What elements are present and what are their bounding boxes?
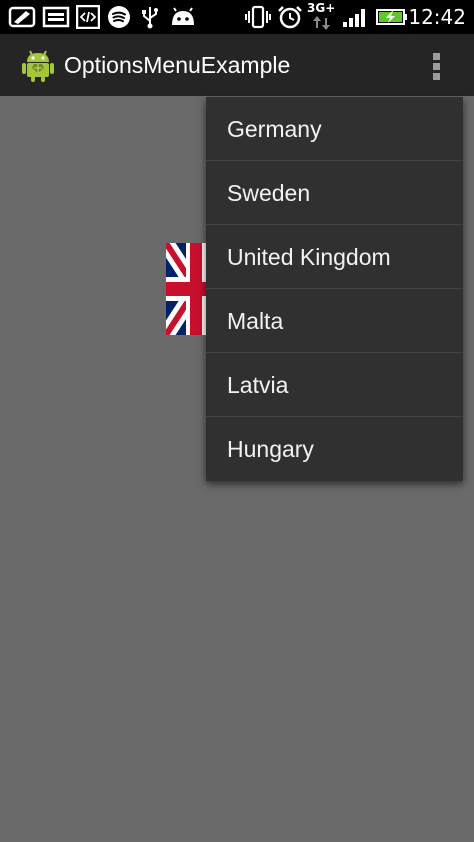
spotify-icon	[108, 6, 130, 28]
menu-item-hungary[interactable]: Hungary	[206, 417, 463, 481]
photo-edit-icon	[8, 6, 36, 28]
network-3g-icon: 3G+	[307, 1, 337, 33]
action-bar: OptionsMenuExample	[0, 34, 474, 97]
vibrate-icon	[245, 5, 271, 29]
menu-item-united-kingdom[interactable]: United Kingdom	[206, 225, 463, 289]
android-debug-icon	[172, 7, 194, 25]
keyboard-icon	[42, 6, 70, 28]
signal-icon	[343, 9, 365, 27]
code-icon	[76, 5, 100, 29]
app-title: OptionsMenuExample	[64, 52, 291, 78]
menu-item-sweden[interactable]: Sweden	[206, 161, 463, 225]
android-robot-icon[interactable]	[20, 47, 56, 83]
alarm-icon	[278, 6, 302, 29]
status-bar: 3G+ 12:42	[0, 0, 474, 34]
options-menu: Germany Sweden United Kingdom Malta Latv…	[206, 97, 463, 481]
menu-item-malta[interactable]: Malta	[206, 289, 463, 353]
network-type-label: 3G+	[307, 1, 336, 15]
overflow-menu-icon[interactable]	[424, 52, 450, 82]
usb-icon	[142, 7, 158, 29]
menu-item-germany[interactable]: Germany	[206, 97, 463, 161]
status-time: 12:42	[408, 5, 466, 29]
battery-charging-icon	[376, 9, 407, 25]
menu-item-latvia[interactable]: Latvia	[206, 353, 463, 417]
